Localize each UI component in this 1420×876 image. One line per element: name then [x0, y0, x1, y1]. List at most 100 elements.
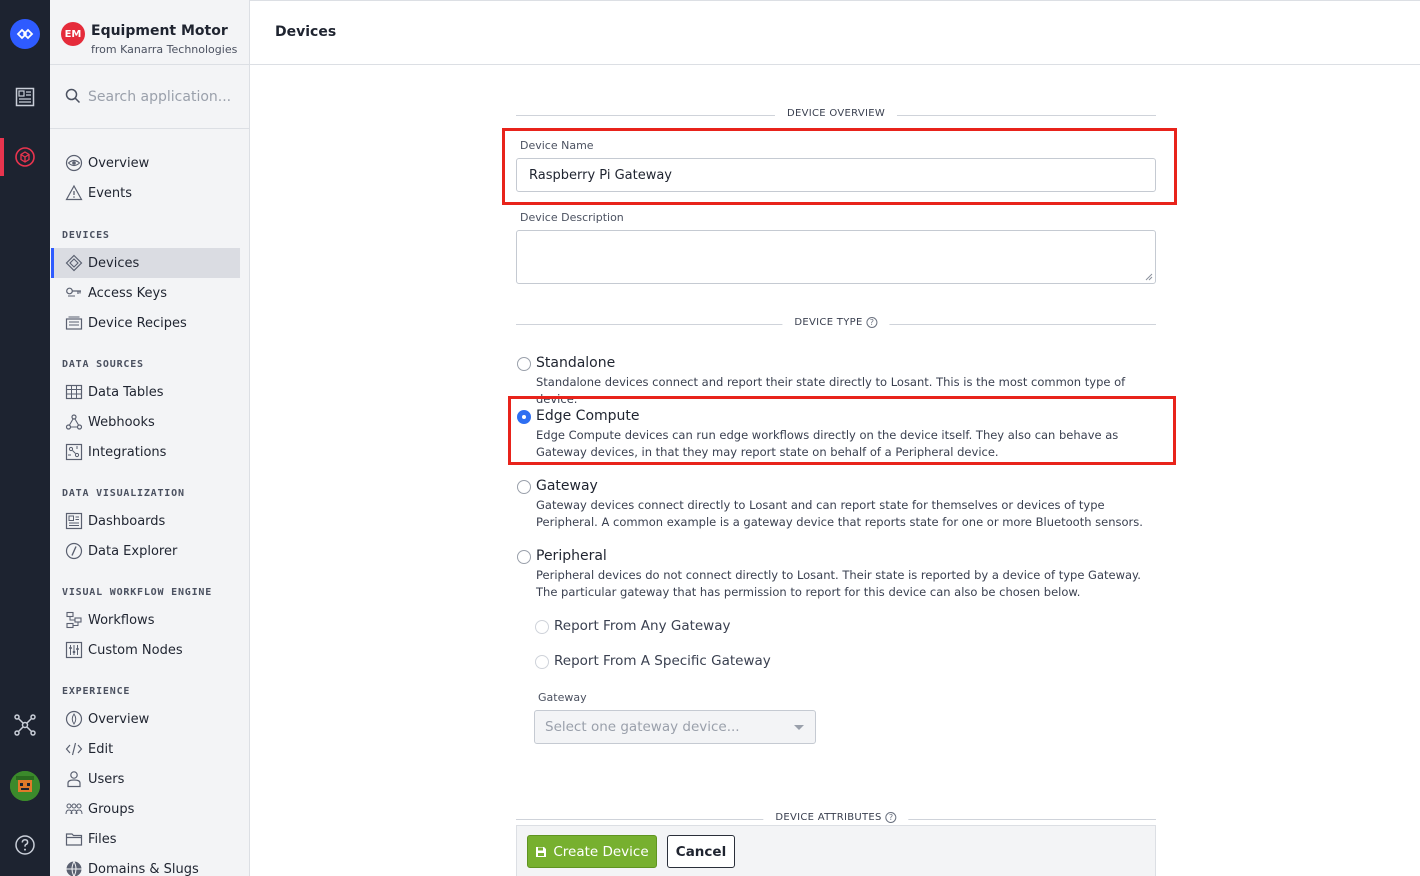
device-diamond-icon	[65, 254, 83, 272]
app-badge: EM	[61, 22, 85, 46]
global-rail	[0, 0, 50, 876]
sidebar-item-dashboards[interactable]: Dashboards	[51, 506, 240, 536]
section-devices: DEVICES	[62, 230, 110, 241]
save-icon	[536, 846, 547, 857]
sidebar-item-label: Custom Nodes	[88, 642, 183, 658]
experience-overview-icon	[65, 710, 83, 728]
sidebar-item-custom-nodes[interactable]: Custom Nodes	[51, 635, 240, 665]
custom-nodes-icon	[65, 641, 83, 659]
sidebar-item-access-keys[interactable]: Access Keys	[51, 278, 240, 308]
sidebar-item-label: Users	[88, 771, 125, 787]
sidebar-item-label: Data Tables	[88, 384, 164, 400]
page-header: Devices	[250, 0, 1420, 65]
gateway-label: Gateway	[538, 691, 587, 704]
application-sidebar: EM Equipment Motor from Kanarra Technolo…	[50, 0, 250, 876]
sidebar-item-label: Events	[88, 185, 133, 201]
sidebar-item-workflows[interactable]: Workflows	[51, 605, 240, 635]
applications-rail-icon[interactable]	[13, 145, 37, 169]
resize-handle-icon[interactable]	[1145, 273, 1153, 281]
device-attributes-label: DEVICE ATTRIBUTES	[775, 812, 882, 823]
sidebar-item-label: Overview	[88, 155, 150, 171]
radio-title: Peripheral	[536, 548, 607, 564]
device-type-heading: DEVICE TYPE?	[516, 317, 1156, 331]
sidebar-item-domains-slugs[interactable]: Domains & Slugs	[51, 854, 240, 876]
radio-description: Gateway devices connect directly to Losa…	[536, 498, 1143, 529]
gateway-select[interactable]: Select one gateway device...	[534, 710, 816, 744]
code-icon	[65, 740, 83, 758]
help-circle-icon[interactable]: ?	[866, 317, 878, 328]
gateway-radio[interactable]	[517, 480, 531, 494]
sidebar-item-devices[interactable]: Devices	[51, 248, 240, 278]
help-circle-icon[interactable]: ?	[885, 812, 897, 823]
sidebar-item-webhooks[interactable]: Webhooks	[51, 407, 240, 437]
device-overview-label: DEVICE OVERVIEW	[786, 108, 886, 119]
create-device-label: Create Device	[553, 843, 649, 860]
dashboard-icon	[65, 512, 83, 530]
dashboards-rail-icon[interactable]	[13, 85, 37, 109]
sidebar-item-groups[interactable]: Groups	[51, 794, 240, 824]
chevron-down-icon	[794, 725, 804, 730]
network-rail-icon[interactable]	[13, 713, 37, 737]
sidebar-item-label: Workflows	[88, 612, 155, 628]
app-header[interactable]: EM Equipment Motor from Kanarra Technolo…	[50, 0, 249, 65]
user-avatar[interactable]	[10, 771, 40, 801]
globe-icon	[65, 860, 83, 876]
report-specific-gateway-radio[interactable]	[535, 655, 549, 669]
standalone-radio[interactable]	[517, 357, 531, 371]
app-org: from Kanarra Technologies	[91, 43, 238, 56]
sidebar-item-label: Dashboards	[88, 513, 166, 529]
webhook-icon	[65, 413, 83, 431]
create-device-button[interactable]: Create Device	[527, 835, 657, 868]
sidebar-item-label: Domains & Slugs	[88, 861, 199, 876]
search-bar	[50, 65, 249, 129]
workflow-icon	[65, 611, 83, 629]
groups-icon	[65, 800, 83, 818]
recipe-icon	[65, 314, 83, 332]
sidebar-item-files[interactable]: Files	[51, 824, 240, 854]
sidebar-item-label: Webhooks	[88, 414, 155, 430]
rail-active-indicator	[0, 138, 4, 176]
table-icon	[65, 383, 83, 401]
gateway-select-placeholder: Select one gateway device...	[545, 719, 740, 735]
sidebar-item-users[interactable]: Users	[51, 764, 240, 794]
sidebar-item-label: Files	[88, 831, 117, 847]
device-attributes-heading: DEVICE ATTRIBUTES?	[516, 812, 1156, 826]
section-visual-workflow-engine: VISUAL WORKFLOW ENGINE	[62, 587, 213, 598]
sidebar-item-label: Edit	[88, 741, 114, 757]
search-input[interactable]	[88, 84, 238, 110]
device-description-textarea[interactable]	[516, 230, 1156, 284]
sidebar-item-integrations[interactable]: Integrations	[51, 437, 240, 467]
sidebar-item-data-tables[interactable]: Data Tables	[51, 377, 240, 407]
sidebar-item-events[interactable]: Events	[51, 178, 240, 208]
cancel-button[interactable]: Cancel	[667, 835, 735, 868]
device-overview-heading: DEVICE OVERVIEW	[516, 108, 1156, 122]
sidebar-item-label: Data Explorer	[88, 543, 178, 559]
app-name: Equipment Motor	[91, 23, 228, 39]
eye-icon	[65, 154, 83, 172]
folder-icon	[65, 830, 83, 848]
radio-title: Gateway	[536, 478, 598, 494]
warning-triangle-icon	[65, 184, 83, 202]
report-any-gateway-label: Report From Any Gateway	[554, 618, 731, 634]
sidebar-item-label: Groups	[88, 801, 135, 817]
losant-logo-icon[interactable]	[10, 19, 40, 49]
device-type-label: DEVICE TYPE	[794, 317, 863, 328]
type-option-standalone[interactable]: Standalone Standalone devices connect an…	[516, 355, 1156, 406]
section-data-sources: DATA SOURCES	[62, 359, 144, 370]
sidebar-item-label: Integrations	[88, 444, 167, 460]
sidebar-item-device-recipes[interactable]: Device Recipes	[51, 308, 240, 338]
page-title: Devices	[275, 24, 337, 40]
help-rail-icon[interactable]	[13, 833, 37, 857]
edge-compute-highlight	[508, 396, 1176, 465]
sidebar-item-edit[interactable]: Edit	[51, 734, 240, 764]
sidebar-item-label: Devices	[88, 255, 140, 271]
sidebar-item-experience-overview[interactable]: Overview	[51, 704, 240, 734]
peripheral-radio[interactable]	[517, 550, 531, 564]
type-option-peripheral[interactable]: Peripheral Peripheral devices do not con…	[516, 548, 1156, 600]
sidebar-item-data-explorer[interactable]: Data Explorer	[51, 536, 240, 566]
device-description-label: Device Description	[520, 211, 624, 224]
type-option-gateway[interactable]: Gateway Gateway devices connect directly…	[516, 478, 1156, 530]
report-any-gateway-radio[interactable]	[535, 620, 549, 634]
sidebar-item-overview[interactable]: Overview	[51, 148, 240, 178]
integrations-icon	[65, 443, 83, 461]
